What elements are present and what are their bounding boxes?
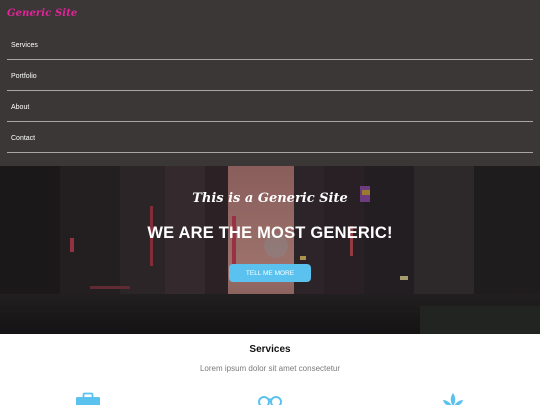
lotus-icon xyxy=(443,393,463,405)
services-section: Services Lorem ipsum dolor sit amet cons… xyxy=(0,334,540,405)
hero-section: This is a Generic Site WE ARE THE MOST G… xyxy=(0,166,540,334)
hero-headline: WE ARE THE MOST GENERIC! xyxy=(147,224,393,242)
nav-link-services[interactable]: Services xyxy=(7,40,533,49)
services-subtitle: Lorem ipsum dolor sit amet consectetur xyxy=(199,364,341,373)
services-title: Services xyxy=(249,344,291,355)
nav-item-services: Services xyxy=(7,29,533,60)
nav-link-portfolio[interactable]: Portfolio xyxy=(7,71,533,80)
nav-item-about: About xyxy=(7,91,533,122)
nav-link-contact[interactable]: Contact xyxy=(7,133,533,142)
navigation-panel: Generic Site Services Portfolio About Co… xyxy=(0,0,540,166)
nav-link-about[interactable]: About xyxy=(7,102,533,111)
nav-item-contact: Contact xyxy=(7,122,533,153)
nav-menu: Services Portfolio About Contact xyxy=(7,29,533,153)
tell-me-more-button[interactable]: TELL ME MORE xyxy=(229,264,311,282)
hero-content: This is a Generic Site WE ARE THE MOST G… xyxy=(0,166,540,334)
glasses-icon xyxy=(258,396,282,405)
hero-tagline: This is a Generic Site xyxy=(192,191,348,206)
brand-logo[interactable]: Generic Site xyxy=(7,8,77,19)
nav-item-portfolio: Portfolio xyxy=(7,60,533,91)
briefcase-icon xyxy=(76,392,100,405)
